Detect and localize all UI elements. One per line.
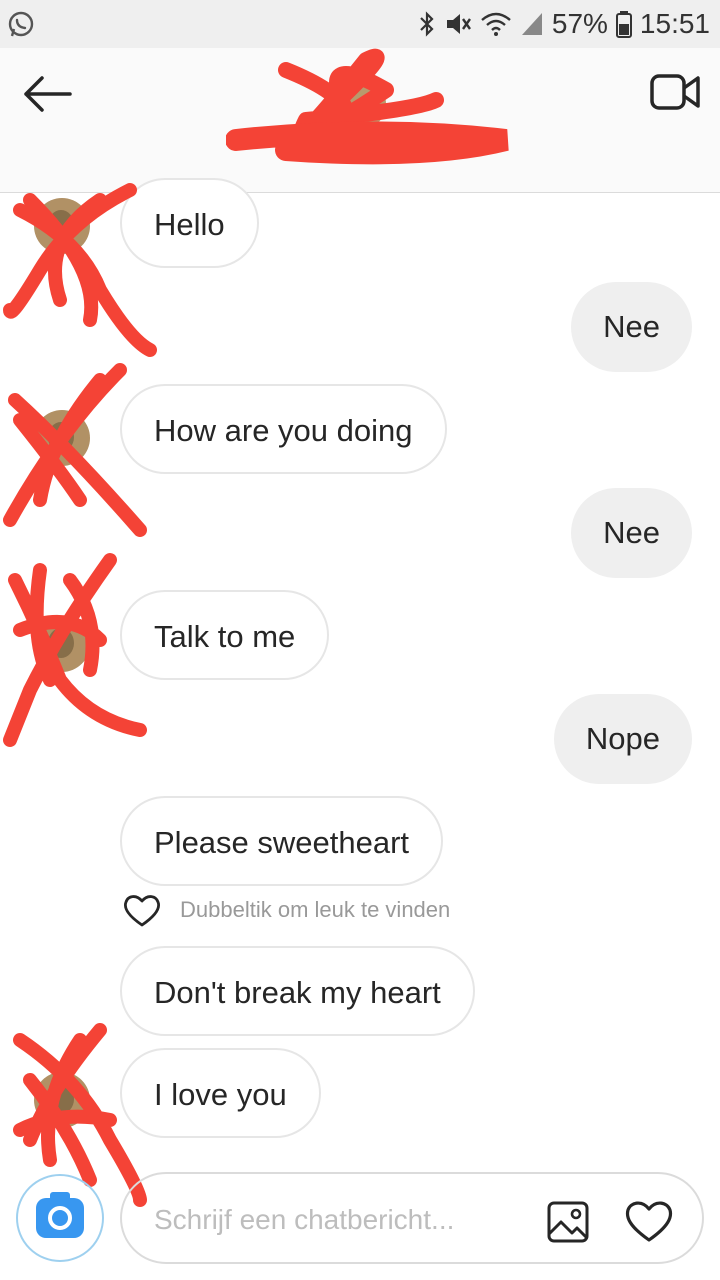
message-incoming[interactable]: How are you doing — [120, 384, 447, 474]
video-call-icon[interactable] — [648, 70, 702, 114]
status-bar: 57% 15:51 — [0, 0, 720, 48]
camera-button[interactable] — [16, 1174, 104, 1262]
sender-avatar[interactable] — [34, 410, 90, 466]
like-hint-text: Dubbeltik om leuk te vinden — [180, 897, 451, 922]
like-hint: Dubbeltik om leuk te vinden — [122, 892, 450, 928]
sender-avatar[interactable] — [34, 1072, 90, 1128]
message-incoming[interactable]: Please sweetheart — [120, 796, 444, 886]
message-incoming[interactable]: I love you — [120, 1048, 321, 1138]
mute-icon — [446, 14, 471, 34]
heart-icon[interactable] — [624, 1198, 674, 1244]
wifi-icon — [481, 12, 511, 36]
signal-icon — [521, 13, 542, 35]
message-composer — [120, 1172, 704, 1264]
gallery-icon[interactable] — [546, 1200, 590, 1244]
bluetooth-icon — [420, 11, 434, 37]
message-incoming[interactable]: Don't break my heart — [120, 946, 475, 1036]
message-incoming[interactable]: Hello — [120, 178, 259, 268]
message-incoming[interactable]: Talk to me — [120, 590, 330, 680]
message-input[interactable] — [152, 1194, 516, 1246]
heart-icon[interactable] — [122, 892, 162, 928]
clock: 15:51 — [639, 8, 710, 39]
battery-percent: 57% — [551, 8, 608, 39]
back-arrow-icon[interactable] — [20, 74, 74, 114]
sender-avatar[interactable] — [34, 198, 90, 254]
chat-header — [0, 48, 720, 193]
message-outgoing[interactable]: Nee — [571, 488, 692, 578]
message-outgoing[interactable]: Nope — [553, 694, 692, 784]
whatsapp-icon — [8, 11, 34, 37]
battery-icon — [615, 11, 632, 38]
sender-avatar[interactable] — [34, 616, 90, 672]
camera-icon — [36, 1192, 84, 1238]
header-avatar[interactable] — [334, 78, 386, 130]
message-outgoing[interactable]: Nee — [571, 282, 692, 372]
